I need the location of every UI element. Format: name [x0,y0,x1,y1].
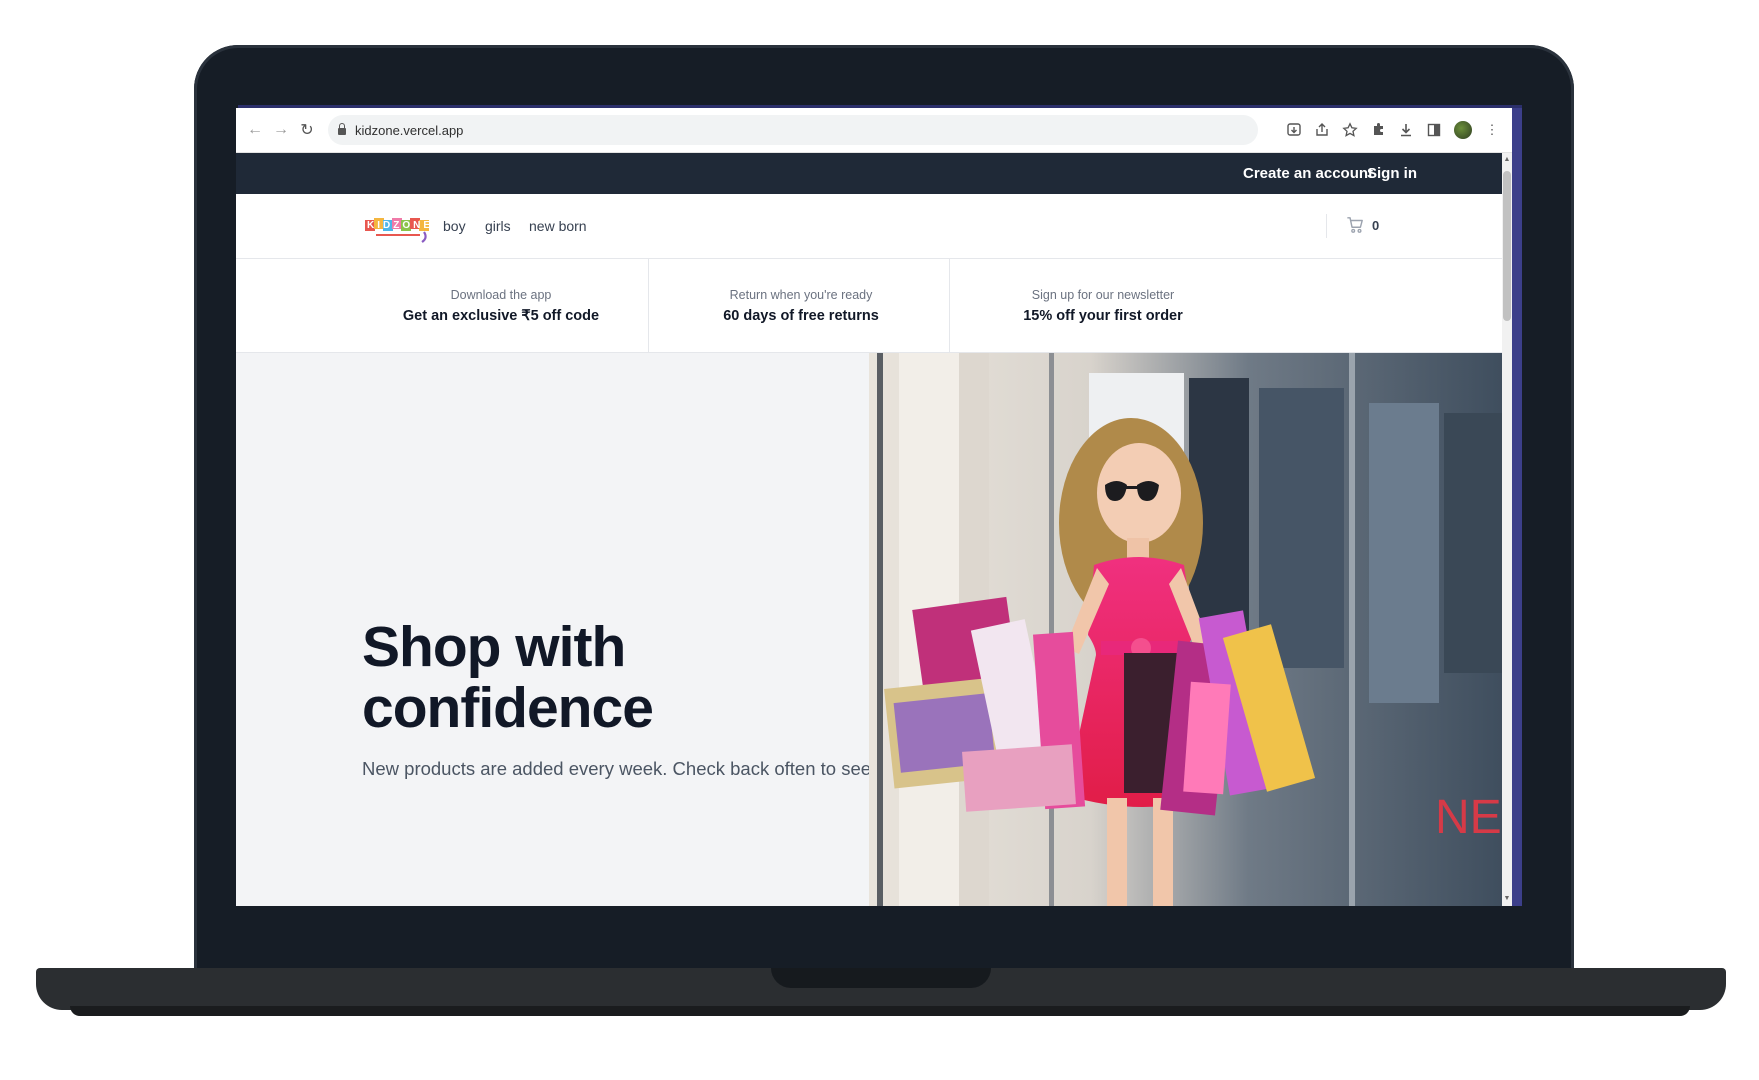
account-bar: Create an account Sign in [236,153,1502,194]
browser-actions: ⋮ [1286,108,1500,152]
laptop-screen: ← → ↻ kidzone.vercel.app ⋮ Create an acc… [236,108,1522,906]
install-icon[interactable] [1286,122,1302,138]
laptop-base-shadow [70,1006,1690,1016]
scroll-down-icon[interactable]: ▼ [1502,892,1512,906]
laptop-notch [771,968,991,988]
kebab-menu-icon[interactable]: ⋮ [1484,122,1500,138]
forward-arrow-icon[interactable]: → [268,121,294,139]
page-scrollbar[interactable]: ▲ ▼ [1502,153,1512,906]
address-bar[interactable]: kidzone.vercel.app [328,115,1258,145]
download-icon[interactable] [1398,122,1414,138]
perk-divider [648,259,649,352]
hero-title: Shop with confidence [362,615,654,740]
profile-avatar[interactable] [1454,121,1472,139]
reload-icon[interactable]: ↻ [294,120,320,140]
perk-returns: Return when you're ready 60 days of free… [666,259,936,352]
cart-button[interactable]: 0 [1346,216,1379,234]
perk-caption: Download the app [450,288,552,302]
nav-link-boy[interactable]: boy [443,194,466,258]
hero-subtitle: New products are added every week. Check… [362,758,872,779]
perk-headline: Get an exclusive ₹5 off code [402,308,600,324]
hero-photo-girl-shopping: NEW COL [869,353,1502,906]
nav-divider [1326,214,1327,238]
scroll-thumb[interactable] [1503,171,1511,321]
kidzone-logo[interactable]: KIDZONE [364,214,438,244]
web-page: Create an account Sign in KIDZONE boy gi… [236,153,1502,906]
perk-headline: 15% off your first order [1023,308,1183,324]
back-arrow-icon[interactable]: ← [242,121,268,139]
hero-title-line: Shop with [362,615,626,679]
url-text: kidzone.vercel.app [355,122,464,138]
sign-in-link[interactable]: Sign in [1367,153,1417,194]
create-account-link[interactable]: Create an account [1243,153,1373,194]
perk-caption: Return when you're ready [729,288,873,302]
perk-download-app: Download the app Get an exclusive ₹5 off… [372,259,630,352]
scroll-up-icon[interactable]: ▲ [1502,153,1512,167]
extensions-icon[interactable] [1370,122,1386,138]
nav-link-girls[interactable]: girls [485,194,511,258]
hero-title-line: confidence [362,676,654,740]
share-icon[interactable] [1314,122,1330,138]
perk-headline: 60 days of free returns [723,308,879,324]
shopping-cart-icon [1347,217,1363,233]
perk-newsletter: Sign up for our newsletter 15% off your … [968,259,1238,352]
side-panel-icon[interactable] [1426,122,1442,138]
perks-bar: Download the app Get an exclusive ₹5 off… [236,259,1502,353]
svg-text:KIDZONE: KIDZONE [367,220,433,231]
browser-toolbar: ← → ↻ kidzone.vercel.app ⋮ [236,108,1512,153]
perk-divider [949,259,950,352]
star-icon[interactable] [1342,122,1358,138]
cart-count: 0 [1372,217,1380,233]
main-navbar: KIDZONE boy girls new born 0 [236,194,1502,259]
lock-icon[interactable] [338,123,346,135]
nav-link-new-born[interactable]: new born [529,194,587,258]
screen-edge-right [1512,108,1522,906]
perk-caption: Sign up for our newsletter [1031,288,1175,302]
store-sign-text: NEW COL [1435,791,1502,844]
hero-section: Shop with confidence New products are ad… [236,353,1502,906]
